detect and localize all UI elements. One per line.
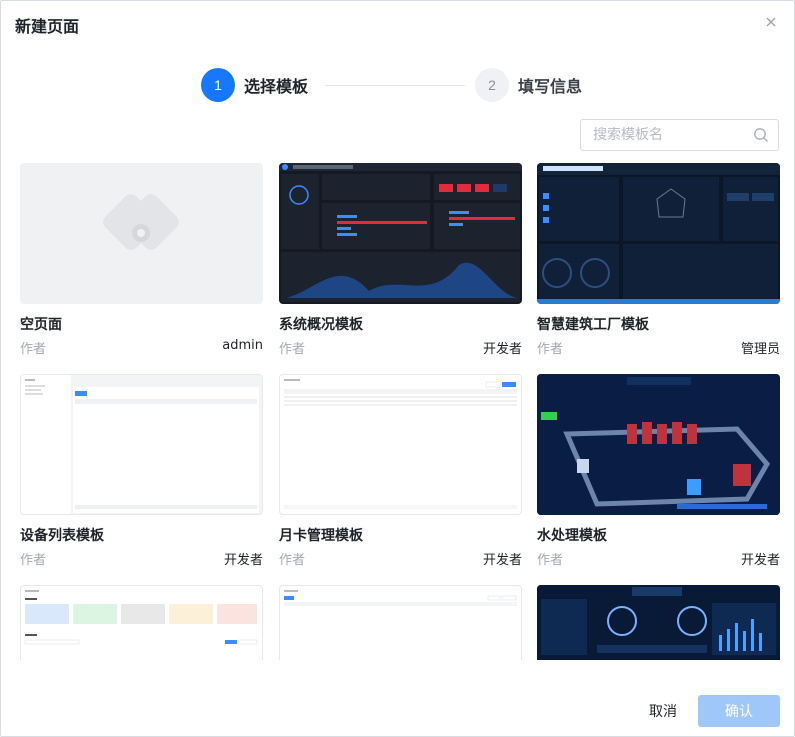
- template-card[interactable]: [537, 585, 780, 660]
- confirm-button[interactable]: 确认: [698, 695, 780, 727]
- template-thumbnail[interactable]: [20, 585, 263, 660]
- template-card[interactable]: [279, 585, 522, 660]
- cards-preview-icon: [24, 590, 258, 645]
- step-select-template[interactable]: 1 选择模板: [201, 67, 308, 103]
- template-author: 开发者: [482, 342, 522, 357]
- author-label: 作者: [537, 342, 564, 357]
- template-thumbnail[interactable]: [279, 374, 522, 515]
- close-icon[interactable]: [764, 15, 778, 29]
- template-name: 设备列表模板: [20, 528, 104, 544]
- search-input[interactable]: [581, 120, 741, 150]
- author-label: 作者: [537, 553, 564, 568]
- template-author: 开发者: [482, 553, 522, 568]
- author-label: 作者: [279, 553, 306, 568]
- template-card[interactable]: 空页面 作者 admin: [20, 163, 263, 357]
- author-label: 作者: [20, 553, 47, 568]
- author-label: 作者: [279, 342, 306, 357]
- step-label: 填写信息: [518, 77, 583, 96]
- template-name: 空页面: [20, 317, 62, 333]
- template-thumbnail[interactable]: [279, 163, 522, 304]
- template-card[interactable]: 水处理模板 作者 开发者: [537, 374, 780, 568]
- template-thumbnail[interactable]: [537, 585, 780, 660]
- list-preview-icon: [21, 375, 262, 514]
- template-author: 开发者: [223, 553, 263, 568]
- template-author: 开发者: [740, 553, 780, 568]
- author-label: 作者: [20, 342, 47, 357]
- template-name: 水处理模板: [537, 528, 607, 544]
- template-thumbnail[interactable]: [20, 374, 263, 515]
- template-name: 月卡管理模板: [279, 528, 363, 544]
- step-fill-info[interactable]: 2 填写信息: [475, 67, 582, 103]
- steps: 1 选择模板 2 填写信息: [201, 67, 601, 103]
- blank-page-logo-icon: [103, 194, 179, 250]
- step-number: 1: [201, 68, 235, 102]
- dashboard-preview-icon: [279, 163, 522, 302]
- template-card[interactable]: 月卡管理模板 作者 开发者: [279, 374, 522, 568]
- search-icon[interactable]: [753, 127, 769, 143]
- step-connector: [325, 85, 465, 86]
- template-author: 管理员: [740, 342, 780, 357]
- template-name: 智慧建筑工厂模板: [537, 317, 649, 333]
- new-page-dialog: 新建页面 1 选择模板 2 填写信息 搜索模板名 空页面 作者 admin 系统…: [0, 0, 795, 737]
- table-preview-icon: [284, 379, 517, 509]
- template-search: [580, 119, 779, 151]
- template-card[interactable]: [20, 585, 263, 660]
- step-number: 2: [475, 68, 509, 102]
- template-name: 系统概况模板: [279, 317, 363, 333]
- template-thumbnail[interactable]: [279, 585, 522, 660]
- template-card[interactable]: 智慧建筑工厂模板 作者 管理员: [537, 163, 780, 357]
- template-thumbnail[interactable]: [537, 374, 780, 515]
- dialog-title: 新建页面: [15, 17, 80, 36]
- step-label: 选择模板: [244, 77, 309, 96]
- factory-dashboard-preview-icon: [537, 163, 780, 304]
- table-preview-icon: [284, 590, 517, 606]
- template-thumbnail[interactable]: [20, 163, 263, 304]
- template-author: admin: [222, 338, 263, 353]
- template-grid: 空页面 作者 admin 系统概况模板 作者 开发者 智慧建筑工厂模板 作者 管…: [20, 163, 780, 660]
- cancel-button[interactable]: 取消: [635, 695, 691, 727]
- template-thumbnail[interactable]: [537, 163, 780, 304]
- template-card[interactable]: 设备列表模板 作者 开发者: [20, 374, 263, 568]
- template-card[interactable]: 系统概况模板 作者 开发者: [279, 163, 522, 357]
- industrial-dashboard-preview-icon: [537, 585, 780, 660]
- water-plant-preview-icon: [537, 374, 780, 515]
